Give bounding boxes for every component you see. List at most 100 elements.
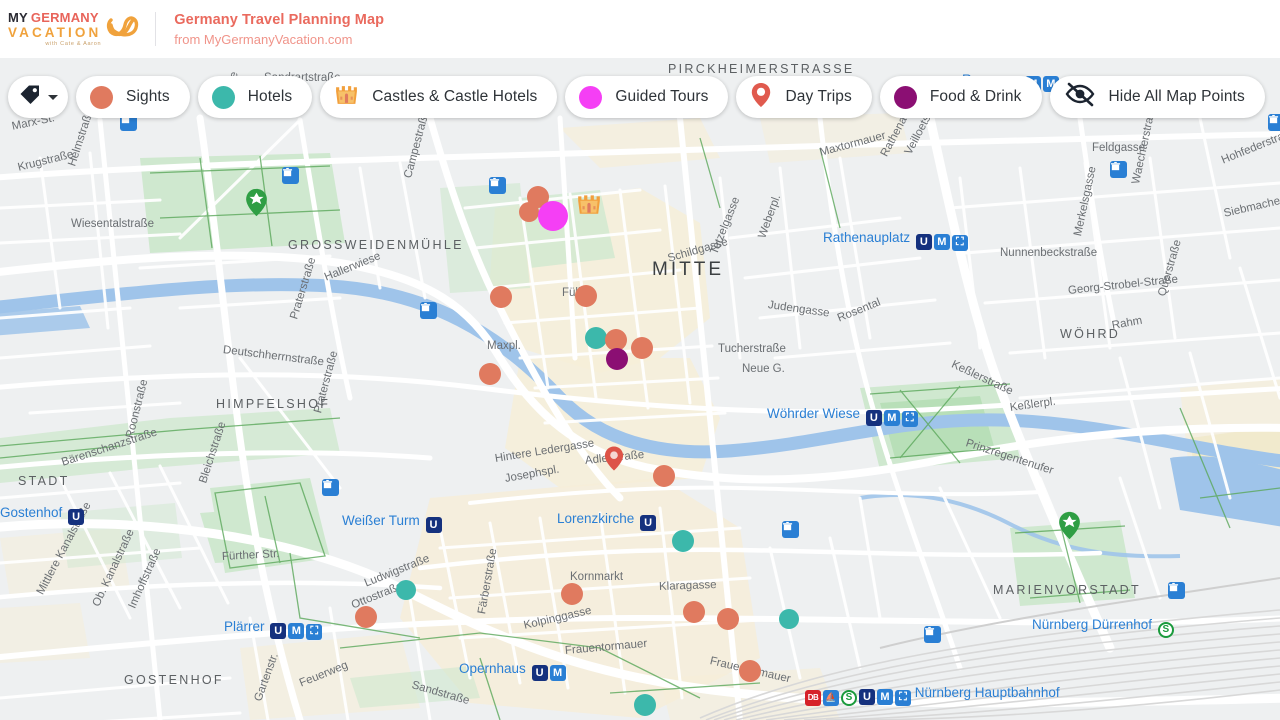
header-divider	[155, 12, 156, 46]
transit-station-label[interactable]: Nürnberg Dürrenhof S	[1032, 617, 1174, 638]
u-bahn-badge: U	[916, 234, 932, 250]
tag-filter-button[interactable]	[8, 76, 68, 118]
transit-station-name: Wöhrder Wiese	[767, 406, 860, 421]
page-subtitle: from MyGermanyVacation.com	[174, 32, 384, 47]
u-bahn-badge: U	[532, 665, 548, 681]
poi-museum-icon[interactable]	[782, 521, 799, 538]
filter-hotels-label: Hotels	[248, 88, 293, 106]
logo-wordmark: MYGERMANY VACATION with Cate & Aaron	[8, 11, 101, 47]
map-marker-sights[interactable]	[631, 337, 653, 359]
map-pin-icon	[750, 82, 772, 113]
filter-food-drink[interactable]: Food & Drink	[880, 76, 1042, 118]
logo-line-2: VACATION	[8, 26, 101, 40]
tram-badge: M	[877, 689, 893, 705]
transit-station-name: Rathenauplatz	[823, 230, 910, 245]
train-badge: ⛵	[823, 690, 839, 706]
bus-badge: ⛶	[952, 235, 968, 251]
map-marker-hotels[interactable]	[779, 609, 799, 629]
bus-badge: ⛶	[306, 624, 322, 640]
sights-dot-icon	[90, 86, 113, 109]
poi-museum-icon[interactable]	[1168, 582, 1185, 599]
u-bahn-badge: U	[270, 623, 286, 639]
filter-hotels[interactable]: Hotels	[198, 76, 313, 118]
map-marker-hotels[interactable]	[634, 694, 656, 716]
tram-badge: M	[288, 623, 304, 639]
filter-sights[interactable]: Sights	[76, 76, 190, 118]
s-bahn-badge: S	[1158, 622, 1174, 638]
filter-day-trips-label: Day Trips	[785, 88, 851, 106]
guided-tours-dot-icon	[579, 86, 602, 109]
transit-station-name: Nürnberg Dürrenhof	[1032, 617, 1152, 632]
map-marker-sights[interactable]	[519, 202, 539, 222]
filter-sights-label: Sights	[126, 88, 170, 106]
db-badge: DB	[805, 690, 821, 706]
tram-badge: M	[550, 665, 566, 681]
castle-icon	[334, 82, 359, 112]
bus-badge: ⛶	[902, 411, 918, 427]
poi-museum-icon[interactable]	[322, 479, 339, 496]
transit-station-label[interactable]: Lorenzkirche U	[557, 511, 656, 531]
transit-station-name: Opernhaus	[459, 661, 526, 676]
transit-station-label[interactable]: Wöhrder Wiese UM⛶	[767, 406, 918, 427]
u-bahn-badge: U	[640, 515, 656, 531]
logo-tagline: with Cate & Aaron	[8, 42, 101, 48]
filter-guided-tours-label: Guided Tours	[615, 88, 708, 106]
map-marker-sights[interactable]	[355, 606, 377, 628]
transit-station-name: Weißer Turm	[342, 513, 420, 528]
transit-station-name: Gostenhof	[0, 505, 62, 520]
page-title: Germany Travel Planning Map	[174, 12, 384, 28]
poi-museum-icon[interactable]	[282, 167, 299, 184]
map-marker-sights[interactable]	[490, 286, 512, 308]
u-bahn-badge: U	[859, 689, 875, 705]
tag-icon	[18, 83, 42, 112]
poi-museum-icon[interactable]	[1268, 114, 1280, 131]
page-header: MYGERMANY VACATION with Cate & Aaron Ger…	[0, 0, 1280, 58]
transit-station-label[interactable]: Weißer Turm U	[342, 513, 442, 533]
poi-museum-icon[interactable]	[1110, 161, 1127, 178]
filter-castles[interactable]: Castles & Castle Hotels	[320, 76, 557, 118]
map-marker-hotels[interactable]	[396, 580, 416, 600]
logo-line-1: MYGERMANY	[8, 11, 101, 24]
s-bahn-badge: S	[841, 690, 857, 706]
transit-station-label[interactable]: Opernhaus UM	[459, 661, 566, 681]
transit-station-label[interactable]: Gostenhof U	[0, 505, 84, 525]
header-title-block: Germany Travel Planning Map from MyGerma…	[174, 12, 384, 47]
transit-station-label[interactable]: DB⛵SUM⛶ Nürnberg Hauptbahnhof	[803, 685, 1060, 706]
hide-all-map-points-button[interactable]: Hide All Map Points	[1050, 76, 1265, 118]
filter-castles-label: Castles & Castle Hotels	[372, 88, 537, 106]
poi-museum-icon[interactable]	[489, 177, 506, 194]
logo-my: MY	[8, 10, 28, 25]
tram-badge: M	[934, 234, 950, 250]
transit-station-name: Nürnberg Hauptbahnhof	[915, 685, 1060, 700]
map-marker-guided-tours[interactable]	[538, 201, 568, 231]
poi-museum-icon[interactable]	[420, 302, 437, 319]
map-marker-sights[interactable]	[561, 583, 583, 605]
filter-day-trips[interactable]: Day Trips	[736, 76, 871, 118]
poi-museum-icon[interactable]	[924, 626, 941, 643]
filter-guided-tours[interactable]: Guided Tours	[565, 76, 728, 118]
chevron-down-icon	[48, 95, 58, 100]
map-marker-sights[interactable]	[575, 285, 597, 307]
transit-station-label[interactable]: Plärrer UM⛶	[224, 619, 322, 640]
pretzel-icon	[103, 11, 141, 46]
hotels-dot-icon	[212, 86, 235, 109]
transit-station-name: Lorenzkirche	[557, 511, 634, 526]
logo-germany: GERMANY	[31, 10, 99, 25]
map-marker-hotels[interactable]	[672, 530, 694, 552]
transit-station-name: Plärrer	[224, 619, 265, 634]
map-marker-sights[interactable]	[739, 660, 761, 682]
map-marker-food-drink[interactable]	[606, 348, 628, 370]
map-marker-sights[interactable]	[479, 363, 501, 385]
food-drink-dot-icon	[894, 86, 917, 109]
map-marker-sights[interactable]	[653, 465, 675, 487]
map-marker-hotels[interactable]	[585, 327, 607, 349]
transit-station-label[interactable]: Rathenauplatz UM⛶	[823, 230, 968, 251]
u-bahn-badge: U	[866, 410, 882, 426]
map-canvas[interactable]: PIRCKHEIMERSTRASSESandrartstraßeMaxtorma…	[0, 58, 1280, 720]
site-logo[interactable]: MYGERMANY VACATION with Cate & Aaron	[8, 11, 141, 47]
hide-all-map-points-label: Hide All Map Points	[1109, 88, 1245, 106]
map-marker-sights[interactable]	[717, 608, 739, 630]
map-marker-sights[interactable]	[683, 601, 705, 623]
map-application: PIRCKHEIMERSTRASSESandrartstraßeMaxtorma…	[0, 0, 1280, 720]
u-bahn-badge: U	[426, 517, 442, 533]
